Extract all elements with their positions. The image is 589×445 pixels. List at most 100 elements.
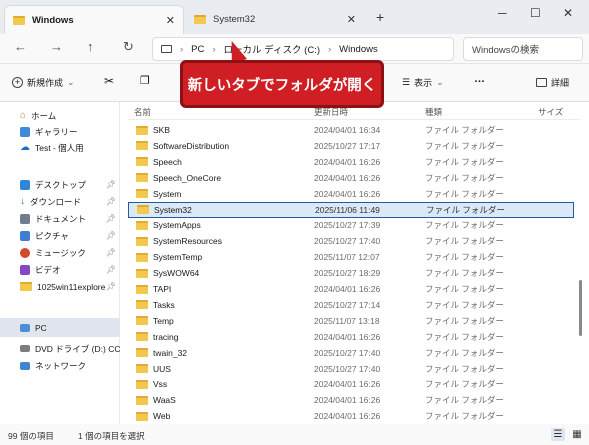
home-icon: ⌂: [20, 110, 27, 121]
nav-item-gallery[interactable]: ギャラリー: [0, 123, 120, 140]
up-arrow-icon[interactable]: ↑: [87, 39, 94, 54]
details-pane-icon: [536, 78, 547, 87]
pin-icon: 📌︎: [105, 248, 116, 257]
view-button-label: 表示: [414, 78, 433, 88]
nav-item-home[interactable]: ⌂ ホーム: [0, 107, 120, 124]
breadcrumb-windows[interactable]: Windows: [339, 44, 378, 55]
file-type: ファイル フォルダー: [425, 411, 504, 422]
nav-item-label: ミュージック: [35, 247, 86, 258]
nav-item-label: ダウンロード: [30, 196, 82, 207]
scrollbar-thumb[interactable]: [579, 280, 582, 336]
file-row[interactable]: WaaS 2024/04/01 16:26 ファイル フォルダー: [128, 392, 574, 408]
tab-windows[interactable]: Windows ✕: [4, 5, 184, 34]
cut-button[interactable]: ✂: [104, 74, 114, 88]
breadcrumb-pc[interactable]: PC: [191, 44, 204, 55]
music-icon: [20, 247, 30, 258]
file-name: SKB: [153, 125, 171, 135]
folder-icon: [136, 141, 148, 151]
file-row[interactable]: twain_32 2025/10/27 17:40 ファイル フォルダー: [128, 345, 574, 361]
file-name-cell: SystemApps: [136, 220, 201, 230]
close-button[interactable]: ✕: [563, 6, 573, 20]
column-size[interactable]: サイズ: [538, 106, 563, 118]
tab-system32[interactable]: System32 ✕: [186, 5, 364, 34]
search-input[interactable]: Windowsの検索: [463, 37, 583, 61]
new-tab-button[interactable]: +: [376, 9, 384, 25]
file-row[interactable]: SystemResources 2025/10/27 17:40 ファイル フォルダ…: [128, 233, 574, 249]
file-row[interactable]: System32 2025/11/06 11:49 ファイル フォルダー: [128, 201, 574, 218]
pc-icon: [20, 323, 30, 332]
chevron-down-icon: ⌄: [67, 77, 75, 87]
folder-icon: [136, 236, 148, 246]
file-row[interactable]: SystemApps 2025/10/27 17:39 ファイル フォルダー: [128, 217, 574, 233]
nav-item-label: Test - 個人用: [35, 142, 84, 153]
file-row[interactable]: tracing 2024/04/01 16:26 ファイル フォルダー: [128, 329, 574, 345]
folder-icon: [136, 157, 148, 167]
close-tab-icon[interactable]: ✕: [166, 14, 175, 27]
file-name: TAPI: [153, 284, 172, 294]
file-row[interactable]: SystemTemp 2025/11/07 12:07 ファイル フォルダー: [128, 249, 574, 265]
maximize-button[interactable]: ☐: [530, 6, 541, 20]
file-row[interactable]: SKB 2024/04/01 16:34 ファイル フォルダー: [128, 122, 574, 138]
back-arrow-icon[interactable]: ←: [14, 39, 27, 54]
file-row[interactable]: Web 2024/04/01 16:26 ファイル フォルダー: [128, 408, 574, 424]
tiles-view-icon[interactable]: ▦: [570, 428, 584, 441]
refresh-icon[interactable]: ↻: [123, 39, 134, 55]
nav-item-pc[interactable]: PC: [0, 318, 120, 337]
nav-item-music[interactable]: ミュージック 📌︎: [0, 244, 120, 261]
file-row[interactable]: SoftwareDistribution 2025/10/27 17:17 ファイル…: [128, 138, 574, 154]
nav-item-network[interactable]: ネットワーク: [0, 357, 120, 374]
status-bar: 99 個の項目 1 個の項目を選択 ☰ ▦: [0, 424, 589, 445]
file-date: 2024/04/01 16:26: [314, 188, 381, 199]
file-date: 2024/04/01 16:26: [314, 156, 381, 167]
details-button-label: 詳細: [551, 78, 570, 88]
nav-item-pictures[interactable]: ピクチャ 📌︎: [0, 227, 120, 244]
nav-item-onedrive[interactable]: ☁ Test - 個人用: [0, 139, 120, 156]
folder-icon: [136, 316, 148, 326]
address-bar[interactable]: › PC › ローカル ディスク (C:) › Windows: [152, 37, 454, 61]
file-type: ファイル フォルダー: [425, 347, 504, 358]
file-row[interactable]: SysWOW64 2025/10/27 18:29 ファイル フォルダー: [128, 265, 574, 281]
file-row[interactable]: Tasks 2025/10/27 17:14 ファイル フォルダー: [128, 297, 574, 313]
nav-item-videos[interactable]: ビデオ 📌︎: [0, 261, 120, 278]
folder-icon: [136, 395, 148, 405]
nav-item-downloads[interactable]: ↓ ダウンロード 📌︎: [0, 193, 120, 210]
new-button[interactable]: + 新規作成 ⌄: [12, 76, 75, 89]
nav-item-documents[interactable]: ドキュメント 📌︎: [0, 210, 120, 227]
file-date: 2025/10/27 17:14: [314, 299, 381, 310]
more-options-button[interactable]: …: [474, 73, 485, 85]
column-type[interactable]: 種類: [425, 106, 442, 118]
pin-icon: 📌︎: [105, 197, 116, 206]
file-name: System32: [154, 204, 192, 215]
nav-item-label: 1025win11explore: [37, 281, 106, 292]
file-row[interactable]: Vss 2024/04/01 16:26 ファイル フォルダー: [128, 376, 574, 392]
nav-item-1025win11explore[interactable]: 1025win11explore 📌︎: [0, 278, 120, 295]
copy-button[interactable]: ❐: [140, 74, 150, 87]
file-date: 2025/10/27 17:17: [314, 140, 381, 151]
nav-item-desktop[interactable]: デスクトップ 📌︎: [0, 176, 120, 193]
nav-item-dvd-drive[interactable]: DVD ドライブ (D:) CCCC: [0, 340, 120, 357]
vertical-scrollbar[interactable]: [578, 120, 583, 410]
folder-icon: [136, 252, 148, 262]
selection-count: 1 個の項目を選択: [78, 431, 145, 441]
nav-item-label: ネットワーク: [35, 360, 87, 371]
file-row[interactable]: Speech 2024/04/01 16:26 ファイル フォルダー: [128, 154, 574, 170]
forward-arrow-icon[interactable]: →: [50, 39, 63, 54]
folder-icon: [136, 125, 148, 135]
file-row[interactable]: System 2024/04/01 16:26 ファイル フォルダー: [128, 186, 574, 202]
file-row[interactable]: UUS 2025/10/27 17:40 ファイル フォルダー: [128, 361, 574, 377]
view-button[interactable]: ☰ 表示 ⌄: [402, 76, 444, 89]
folder-icon: [136, 284, 148, 294]
file-row[interactable]: Temp 2025/11/07 13:18 ファイル フォルダー: [128, 313, 574, 329]
file-row[interactable]: TAPI 2024/04/01 16:26 ファイル フォルダー: [128, 281, 574, 297]
nav-item-label: デスクトップ: [35, 179, 87, 190]
folder-icon: [20, 282, 32, 291]
close-tab-icon[interactable]: ✕: [347, 13, 356, 26]
details-button[interactable]: 詳細: [536, 76, 569, 89]
file-name: Tasks: [153, 299, 175, 310]
file-row[interactable]: Speech_OneCore 2024/04/01 16:26 ファイル フォルダー: [128, 170, 574, 186]
details-view-icon[interactable]: ☰: [551, 428, 565, 441]
file-name: Speech_OneCore: [153, 172, 222, 183]
pin-icon: 📌︎: [105, 231, 116, 240]
column-name[interactable]: 名前: [134, 106, 151, 118]
minimize-button[interactable]: ─: [498, 6, 507, 20]
